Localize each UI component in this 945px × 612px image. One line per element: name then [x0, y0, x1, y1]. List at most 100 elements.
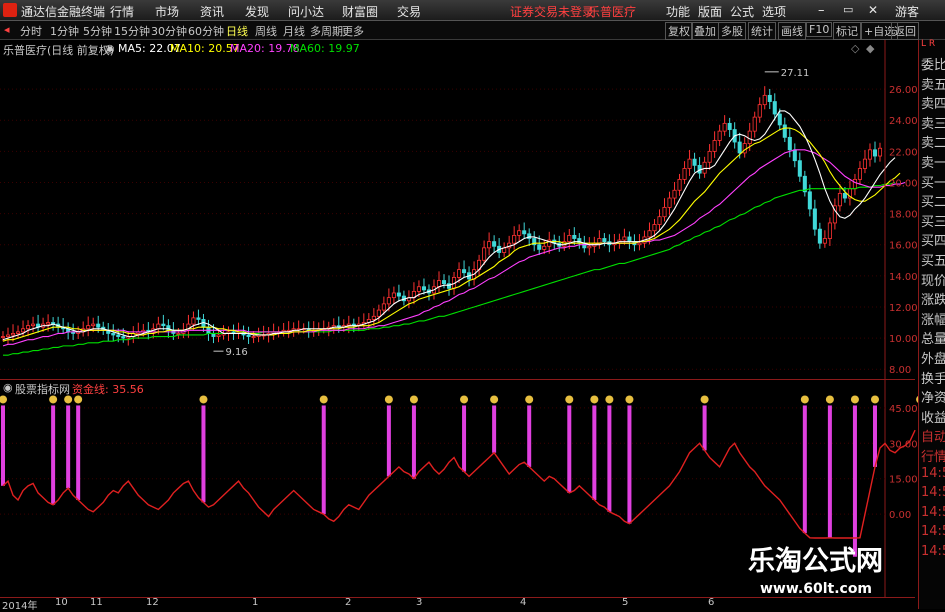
signal-bar	[462, 405, 467, 472]
signal-coin-icon	[0, 395, 7, 404]
candle-body	[176, 333, 181, 335]
candle-body	[487, 241, 492, 249]
candle-body	[782, 124, 787, 138]
signal-coin-icon	[409, 395, 418, 404]
quote-side-panel: L R 委比 卖五 卖四 卖三 卖二 卖一 买一 买二 买三 买四 买五 现价 涨跌 涨幅 总量 外盘 换手 净资…	[918, 39, 945, 609]
candle-body	[567, 234, 572, 243]
signal-bar	[411, 405, 416, 479]
signal-bars	[0, 395, 918, 557]
candle-body	[196, 317, 201, 320]
low-price-label: 9.16	[225, 347, 247, 358]
candle-body	[872, 149, 878, 157]
indicator-tick-label: 45.00	[889, 404, 918, 415]
chart-canvas[interactable]: 26.00 24.00 22.00 20.00 18.00 16.00 14.00 12.00…	[0, 0, 918, 597]
price-tick-label: 14.00	[889, 272, 918, 283]
signal-bar	[827, 405, 832, 538]
signal-coin-icon	[460, 395, 469, 404]
indicator-gridlines	[0, 407, 885, 515]
price-annotations: 27.11 9.16	[213, 68, 809, 358]
candle-body	[482, 247, 487, 261]
panel-label: 买二	[921, 195, 945, 211]
candle-body	[767, 94, 772, 102]
price-tick-label: 20.00	[889, 178, 918, 189]
price-tick-label: 26.00	[889, 85, 918, 96]
candle-body	[0, 336, 6, 338]
price-tick-label: 12.00	[889, 303, 918, 314]
indicator-tick-label: 15.00	[889, 475, 918, 486]
candle-body	[21, 328, 26, 333]
ma60-line	[3, 181, 896, 356]
candle-body	[492, 241, 497, 247]
signal-coin-icon	[319, 395, 328, 404]
candle-body	[762, 94, 767, 106]
candle-body	[441, 280, 447, 285]
panel-corner[interactable]: L R	[921, 39, 935, 49]
candle-body	[512, 234, 517, 244]
price-tick-label: 16.00	[889, 241, 918, 252]
fund-line-path	[2, 429, 916, 539]
date-tick-label: 6	[708, 597, 715, 608]
signal-bar	[321, 405, 326, 515]
signal-coin-icon	[800, 395, 809, 404]
signal-bar	[492, 405, 497, 453]
signal-bar	[1, 405, 5, 486]
candle-body	[416, 286, 421, 292]
signal-coin-icon	[850, 395, 859, 404]
indicator-tick-label: 30.00	[889, 439, 918, 450]
date-axis: 2014年 10 11 12 1 2 3 4 5 6	[0, 597, 915, 612]
panel-label: 14:5	[921, 544, 945, 559]
price-tick-label: 24.00	[889, 116, 918, 127]
date-tick-label: 10	[55, 597, 68, 608]
candle-body	[602, 238, 607, 243]
candle-body	[86, 325, 91, 330]
ma10-line	[2, 127, 901, 342]
ma5-line	[2, 110, 896, 341]
signal-coin-icon	[590, 395, 599, 404]
signal-bar	[592, 405, 597, 500]
candle-body	[752, 116, 757, 132]
signal-bar	[66, 405, 71, 489]
price-gridlines	[0, 88, 885, 370]
candle-body	[5, 334, 11, 337]
signal-coin-icon	[525, 395, 534, 404]
candle-body	[216, 334, 221, 337]
watermark-url: www.60lt.com	[760, 581, 873, 597]
candle-body	[457, 269, 462, 278]
candle-body	[707, 150, 712, 163]
signal-bar	[201, 405, 206, 503]
candle-body	[96, 323, 101, 328]
candle-body	[667, 197, 672, 208]
panel-label: 卖一	[921, 156, 945, 171]
candle-body	[807, 191, 812, 210]
candle-body	[837, 192, 842, 207]
candle-body	[91, 323, 96, 327]
candle-body	[26, 325, 31, 330]
indicator-header: ◉ 股票指标网 资金线: 35.56	[0, 379, 915, 396]
candle-body	[737, 141, 742, 154]
date-tick-label: 1	[252, 597, 259, 608]
signal-bar	[702, 405, 707, 451]
candle-body	[191, 317, 196, 325]
candle-body	[687, 158, 692, 169]
candle-body	[787, 136, 792, 151]
candle-body	[652, 224, 657, 232]
candle-body	[867, 149, 873, 160]
candle-body	[627, 236, 632, 243]
candle-body	[682, 168, 687, 180]
signal-coin-icon	[199, 395, 208, 404]
candle-body	[792, 149, 797, 162]
date-tick-label: 2014年	[2, 601, 38, 612]
candle-body	[662, 206, 667, 218]
candlesticks	[0, 86, 883, 346]
indicator-settings-icon[interactable]: ◉	[3, 381, 13, 394]
panel-label: 外盘	[921, 352, 945, 367]
candle-body	[251, 336, 256, 338]
signal-bar	[386, 405, 391, 477]
indicator-title: 股票指标网	[15, 383, 70, 396]
panel-label: 14:5	[921, 465, 945, 481]
panel-label: 委比	[921, 58, 945, 73]
candle-body	[376, 309, 381, 317]
panel-label: 总量	[921, 332, 945, 348]
candle-body	[391, 292, 396, 299]
date-tick-label: 5	[622, 597, 629, 608]
